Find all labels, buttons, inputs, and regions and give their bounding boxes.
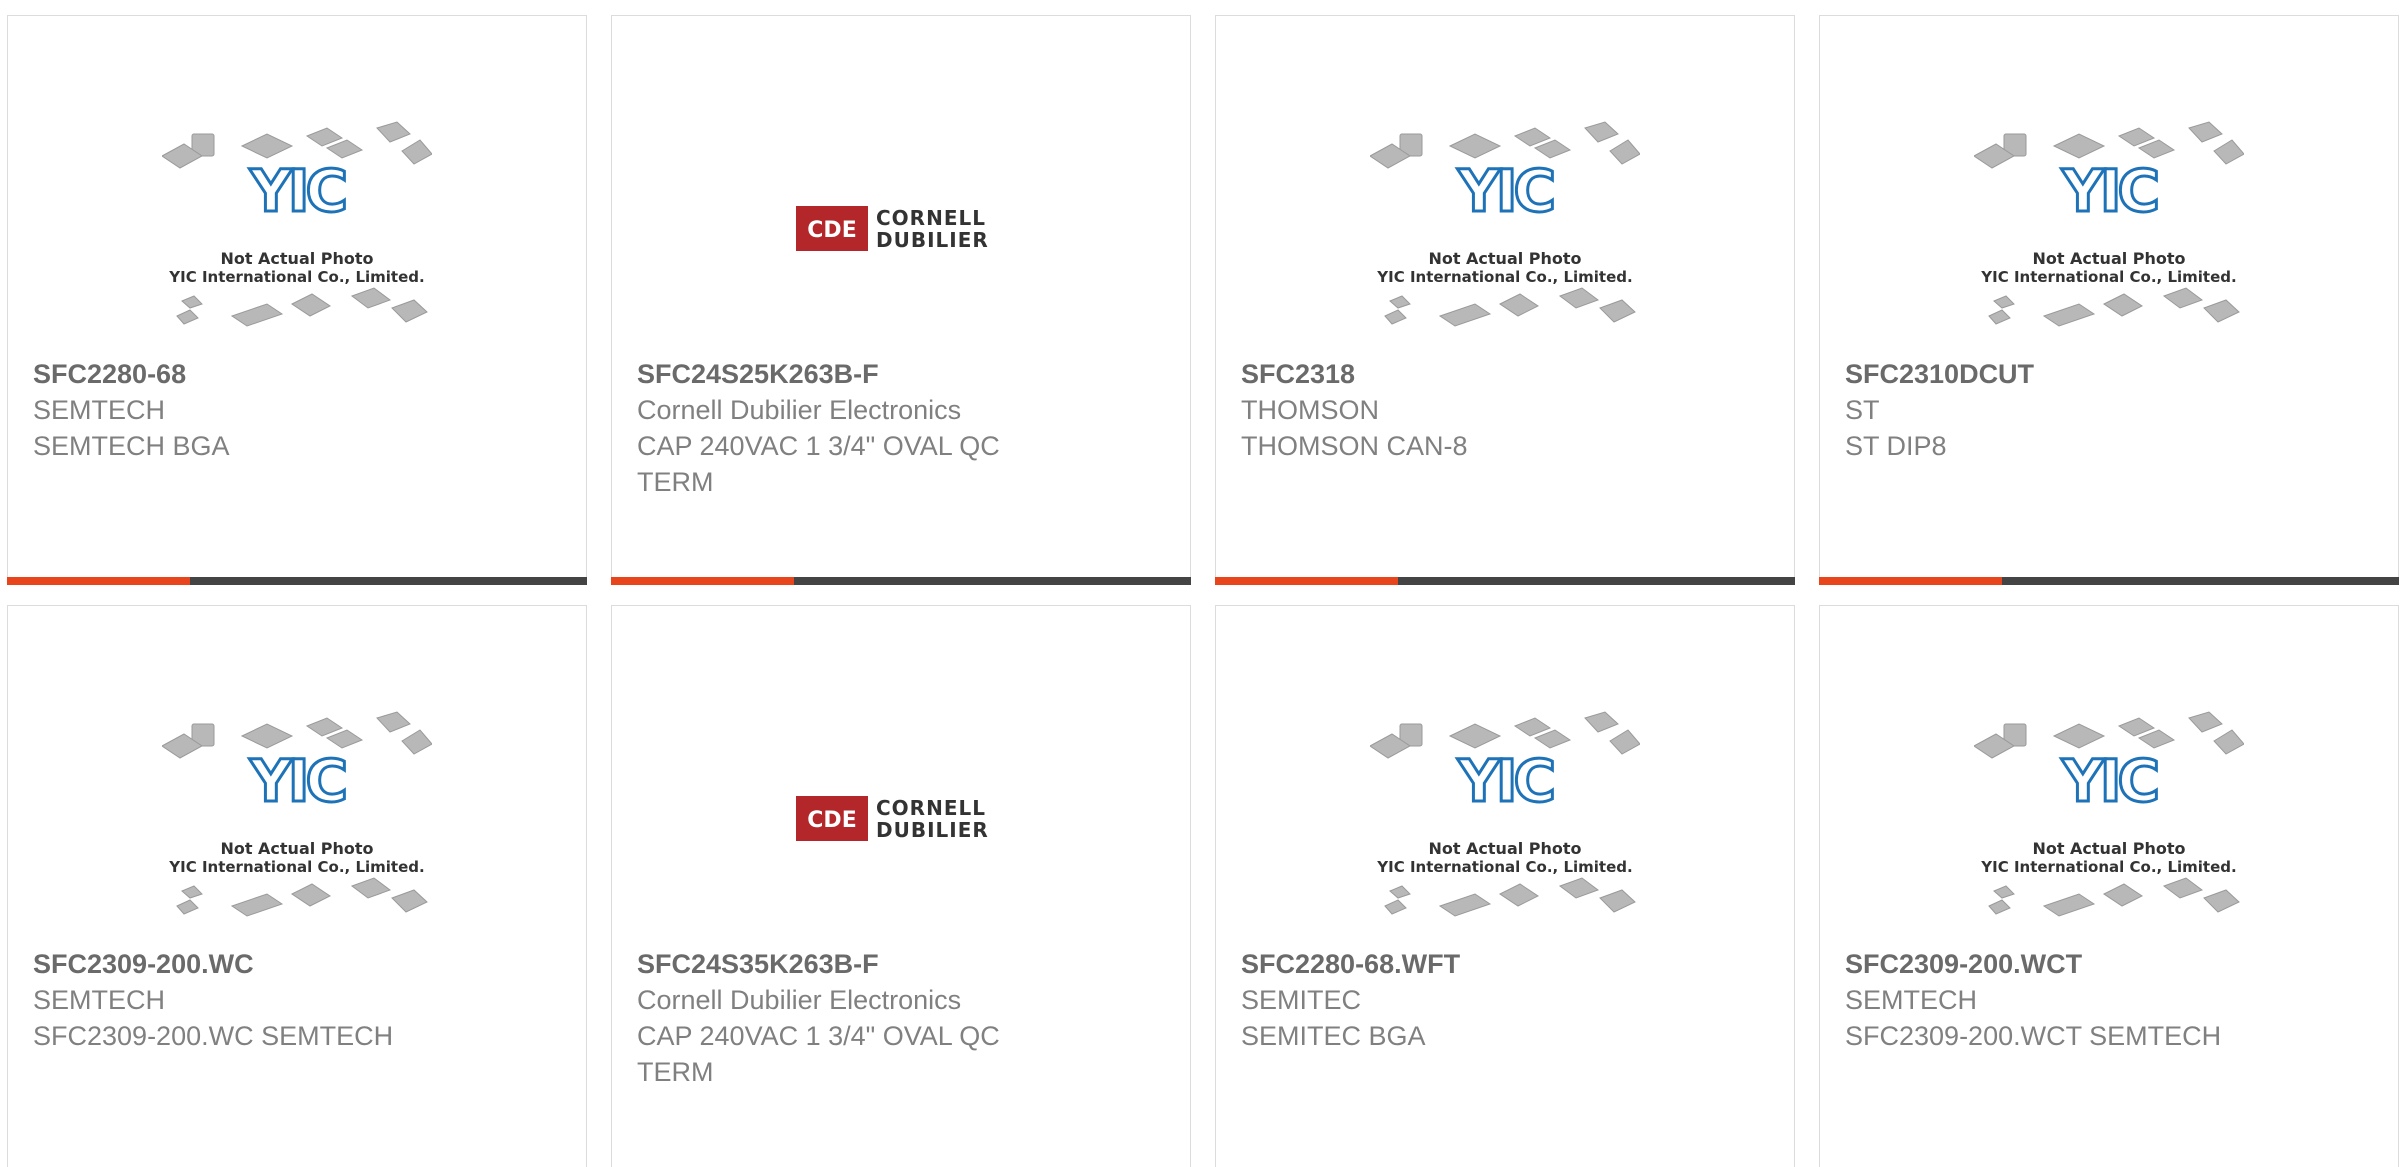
description: SEMITEC BGA xyxy=(1241,1021,1426,1051)
product-info: SFC2280-68.WFT SEMITEC SEMITEC BGA xyxy=(1241,946,1774,1054)
svg-text:YIC: YIC xyxy=(2061,157,2157,225)
svg-text:Not Actual Photo: Not Actual Photo xyxy=(2032,839,2185,858)
manufacturer: Cornell Dubilier Electronics xyxy=(637,985,962,1015)
product-image[interactable]: CDE CORNELL DUBILIER xyxy=(612,96,1190,366)
svg-text:YIC International Co., Limited: YIC International Co., Limited. xyxy=(168,268,424,286)
svg-text:CDE: CDE xyxy=(807,218,856,243)
description: SFC2309-200.WCT SEMTECH xyxy=(1845,1021,2222,1051)
product-image[interactable]: YIC Not Actual Photo YIC International C… xyxy=(1820,686,2398,956)
yic-placeholder-image: YIC Not Actual Photo YIC International C… xyxy=(1370,121,1640,327)
product-card[interactable]: YIC Not Actual Photo YIC International C… xyxy=(1215,15,1795,585)
svg-text:YIC International Co., Limited: YIC International Co., Limited. xyxy=(1376,858,1632,876)
svg-text:YIC: YIC xyxy=(2061,747,2157,815)
svg-text:Not Actual Photo: Not Actual Photo xyxy=(220,249,373,268)
manufacturer: SEMTECH xyxy=(33,985,166,1015)
svg-text:YIC International Co., Limited: YIC International Co., Limited. xyxy=(168,858,424,876)
svg-text:DUBILIER: DUBILIER xyxy=(876,818,989,842)
part-number[interactable]: SFC24S35K263B-F xyxy=(637,946,1170,982)
svg-text:YIC International Co., Limited: YIC International Co., Limited. xyxy=(1980,268,2236,286)
yic-placeholder-image: YIC Not Actual Photo YIC International C… xyxy=(1974,121,2244,327)
manufacturer: Cornell Dubilier Electronics xyxy=(637,395,962,425)
product-image[interactable]: YIC Not Actual Photo YIC International C… xyxy=(1820,96,2398,366)
product-image[interactable]: YIC Not Actual Photo YIC International C… xyxy=(8,96,586,366)
manufacturer: ST xyxy=(1845,395,1880,425)
svg-text:Not Actual Photo: Not Actual Photo xyxy=(2032,249,2185,268)
svg-text:YIC: YIC xyxy=(1457,157,1553,225)
manufacturer: SEMTECH xyxy=(1845,985,1978,1015)
yic-placeholder-image: YIC Not Actual Photo YIC International C… xyxy=(1974,711,2244,917)
description: CAP 240VAC 1 3/4" OVAL QC TERM xyxy=(637,1021,1000,1087)
product-card[interactable]: YIC Not Actual Photo YIC International C… xyxy=(1215,605,1795,1167)
part-number[interactable]: SFC2309-200.WCT xyxy=(1845,946,2378,982)
description: THOMSON CAN-8 xyxy=(1241,431,1468,461)
product-info: SFC24S25K263B-F Cornell Dubilier Electro… xyxy=(637,356,1170,500)
part-number[interactable]: SFC2310DCUT xyxy=(1845,356,2378,392)
product-card[interactable]: CDE CORNELL DUBILIER SFC24S35K263B-F Cor… xyxy=(611,605,1191,1167)
description: SEMTECH BGA xyxy=(33,431,230,461)
svg-text:CDE: CDE xyxy=(807,808,856,833)
product-card[interactable]: CDE CORNELL DUBILIER SFC24S25K263B-F Cor… xyxy=(611,15,1191,585)
part-number[interactable]: SFC2318 xyxy=(1241,356,1774,392)
product-info: SFC2309-200.WCT SEMTECH SFC2309-200.WCT … xyxy=(1845,946,2378,1054)
product-info: SFC24S35K263B-F Cornell Dubilier Electro… xyxy=(637,946,1170,1090)
product-card[interactable]: YIC Not Actual Photo YIC International C… xyxy=(1819,605,2399,1167)
svg-text:Not Actual Photo: Not Actual Photo xyxy=(1428,249,1581,268)
product-card[interactable]: YIC Not Actual Photo YIC International C… xyxy=(7,605,587,1167)
svg-text:DUBILIER: DUBILIER xyxy=(876,228,989,252)
part-number[interactable]: SFC2280-68.WFT xyxy=(1241,946,1774,982)
card-accent-bar xyxy=(7,577,587,585)
part-number[interactable]: SFC2280-68 xyxy=(33,356,566,392)
product-info: SFC2280-68 SEMTECH SEMTECH BGA xyxy=(33,356,566,464)
card-accent-bar xyxy=(1819,577,2399,585)
product-info: SFC2310DCUT ST ST DIP8 xyxy=(1845,356,2378,464)
product-info: SFC2309-200.WC SEMTECH SFC2309-200.WC SE… xyxy=(33,946,566,1054)
manufacturer: SEMTECH xyxy=(33,395,166,425)
svg-text:CORNELL: CORNELL xyxy=(876,796,986,820)
manufacturer: SEMITEC xyxy=(1241,985,1362,1015)
svg-text:Not Actual Photo: Not Actual Photo xyxy=(220,839,373,858)
svg-text:Not Actual Photo: Not Actual Photo xyxy=(1428,839,1581,858)
svg-text:YIC: YIC xyxy=(249,157,345,225)
part-number[interactable]: SFC2309-200.WC xyxy=(33,946,566,982)
product-card[interactable]: YIC Not Actual Photo YIC International C… xyxy=(7,15,587,585)
product-image[interactable]: YIC Not Actual Photo YIC International C… xyxy=(1216,686,1794,956)
svg-text:YIC: YIC xyxy=(249,747,345,815)
svg-text:CORNELL: CORNELL xyxy=(876,206,986,230)
product-image[interactable]: YIC Not Actual Photo YIC International C… xyxy=(1216,96,1794,366)
yic-placeholder-image: YIC Not Actual Photo YIC International C… xyxy=(162,121,432,327)
yic-placeholder-image: YIC Not Actual Photo YIC International C… xyxy=(1370,711,1640,917)
cde-logo-image: CDE CORNELL DUBILIER xyxy=(796,796,989,842)
manufacturer: THOMSON xyxy=(1241,395,1379,425)
description: ST DIP8 xyxy=(1845,431,1947,461)
description: SFC2309-200.WC SEMTECH xyxy=(33,1021,394,1051)
product-image[interactable]: CDE CORNELL DUBILIER xyxy=(612,686,1190,956)
product-card[interactable]: YIC Not Actual Photo YIC International C… xyxy=(1819,15,2399,585)
card-accent-bar xyxy=(1215,577,1795,585)
yic-placeholder-image: YIC Not Actual Photo YIC International C… xyxy=(162,711,432,917)
svg-text:YIC International Co., Limited: YIC International Co., Limited. xyxy=(1376,268,1632,286)
svg-text:YIC International Co., Limited: YIC International Co., Limited. xyxy=(1980,858,2236,876)
description: CAP 240VAC 1 3/4" OVAL QC TERM xyxy=(637,431,1000,497)
product-info: SFC2318 THOMSON THOMSON CAN-8 xyxy=(1241,356,1774,464)
svg-text:YIC: YIC xyxy=(1457,747,1553,815)
cde-logo-image: CDE CORNELL DUBILIER xyxy=(796,206,989,252)
product-image[interactable]: YIC Not Actual Photo YIC International C… xyxy=(8,686,586,956)
card-accent-bar xyxy=(611,577,1191,585)
part-number[interactable]: SFC24S25K263B-F xyxy=(637,356,1170,392)
